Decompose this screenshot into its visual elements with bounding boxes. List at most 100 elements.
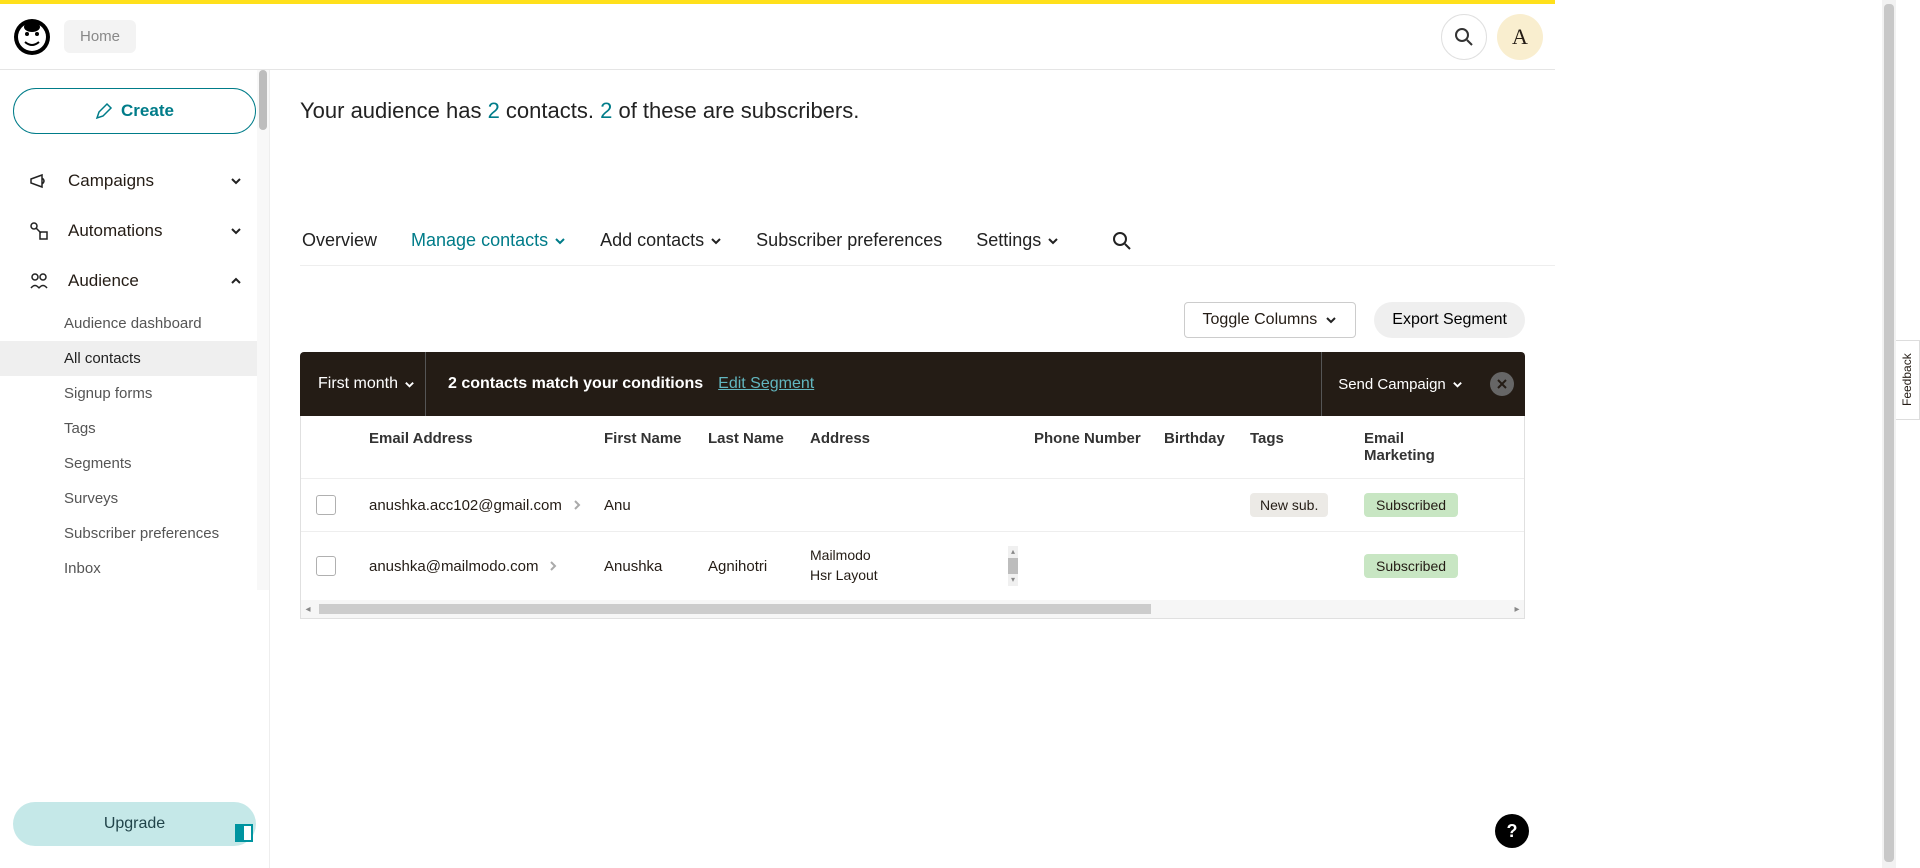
segment-match-text: 2 contacts match your conditions — [448, 375, 703, 393]
col-header-phone[interactable]: Phone Number — [1026, 416, 1156, 478]
chevron-down-icon — [229, 224, 243, 238]
cell-birthday — [1156, 552, 1242, 580]
feedback-tab[interactable]: Feedback — [1894, 340, 1920, 420]
cell-tags: New sub. — [1242, 483, 1356, 528]
row-checkbox[interactable] — [316, 556, 336, 576]
send-campaign-button[interactable]: Send Campaign — [1321, 352, 1479, 416]
chevron-right-icon — [572, 500, 582, 510]
subnav-segments[interactable]: Segments — [64, 446, 269, 481]
close-segment-button[interactable] — [1490, 372, 1514, 396]
nav-campaigns[interactable]: Campaigns — [0, 156, 269, 206]
subnav-inbox[interactable]: Inbox — [64, 551, 269, 586]
stats-text: of these are subscribers. — [612, 98, 859, 123]
search-icon — [1111, 230, 1133, 252]
tab-add-contacts[interactable]: Add contacts — [598, 224, 724, 257]
subnav-signup-forms[interactable]: Signup forms — [64, 376, 269, 411]
edit-segment-link[interactable]: Edit Segment — [718, 375, 814, 393]
sidebar: Create Campaigns Automations Audience Au… — [0, 70, 270, 868]
address-scrollbar[interactable]: ▴▾ — [1008, 546, 1018, 586]
nav-audience[interactable]: Audience — [0, 256, 269, 306]
stats-text: Your audience has — [300, 98, 488, 123]
window-vertical-scrollbar[interactable] — [1882, 0, 1896, 868]
nav-audience-label: Audience — [68, 271, 139, 291]
cell-first-name: Anu — [596, 483, 700, 528]
nav-automations[interactable]: Automations — [0, 206, 269, 256]
table-header-row: Email Address First Name Last Name Addre… — [301, 416, 1524, 478]
main-content: Your audience has 2 contacts. 2 of these… — [270, 70, 1555, 868]
search-button[interactable] — [1441, 14, 1487, 60]
create-button[interactable]: Create — [13, 88, 256, 134]
home-link[interactable]: Home — [64, 20, 136, 53]
audience-stats: Your audience has 2 contacts. 2 of these… — [300, 98, 1555, 124]
tag-pill: New sub. — [1250, 493, 1328, 517]
segment-bar: First month 2 contacts match your condit… — [300, 352, 1525, 416]
table-horizontal-scrollbar[interactable]: ◂▸ — [301, 600, 1524, 618]
toggle-columns-label: Toggle Columns — [1203, 311, 1318, 329]
megaphone-icon — [26, 168, 52, 194]
tab-search-button[interactable] — [1111, 230, 1133, 252]
cell-email-marketing: Subscribed — [1356, 540, 1471, 592]
cell-phone — [1026, 552, 1156, 580]
chevron-down-icon — [1325, 314, 1337, 326]
col-header-email-marketing[interactable]: Email Marketing — [1356, 416, 1471, 478]
tab-overview[interactable]: Overview — [300, 224, 379, 257]
upgrade-button[interactable]: Upgrade — [13, 802, 256, 846]
tab-manage-contacts[interactable]: Manage contacts — [409, 224, 568, 257]
cell-address: Mailmodo Hsr Layout ▴▾ — [802, 532, 1026, 600]
tab-settings-label: Settings — [976, 230, 1041, 251]
col-header-birthday[interactable]: Birthday — [1156, 416, 1242, 478]
tab-settings[interactable]: Settings — [974, 224, 1061, 257]
audience-submenu: Audience dashboard All contacts Signup f… — [0, 306, 269, 586]
brand-logo[interactable] — [10, 15, 54, 59]
col-header-first-name[interactable]: First Name — [596, 416, 700, 478]
chevron-down-icon — [229, 174, 243, 188]
cell-email[interactable]: anushka.acc102@gmail.com — [369, 497, 562, 514]
subnav-tags[interactable]: Tags — [64, 411, 269, 446]
col-header-address[interactable]: Address — [802, 416, 1026, 478]
cell-last-name: Agnihotri — [700, 544, 802, 589]
stats-text: contacts. — [500, 98, 600, 123]
tab-subscriber-prefs[interactable]: Subscriber preferences — [754, 224, 944, 257]
row-checkbox[interactable] — [316, 495, 336, 515]
topbar: Home A — [0, 4, 1555, 70]
col-header-last-name[interactable]: Last Name — [700, 416, 802, 478]
table-row: anushka.acc102@gmail.com Anu New sub. Su… — [301, 478, 1524, 531]
automation-icon — [26, 218, 52, 244]
toggle-columns-button[interactable]: Toggle Columns — [1184, 302, 1357, 338]
cell-email[interactable]: anushka@mailmodo.com — [369, 558, 538, 575]
tab-manage-contacts-label: Manage contacts — [411, 230, 548, 251]
subnav-all-contacts[interactable]: All contacts — [0, 341, 269, 376]
cookie-preferences-icon[interactable] — [235, 824, 253, 842]
close-icon — [1497, 379, 1507, 389]
search-icon — [1454, 27, 1474, 47]
chevron-down-icon — [404, 379, 415, 390]
col-header-email[interactable]: Email Address — [351, 416, 596, 478]
audience-icon — [26, 268, 52, 294]
chevron-down-icon — [1452, 379, 1463, 390]
export-segment-button[interactable]: Export Segment — [1374, 302, 1525, 338]
col-header-tags[interactable]: Tags — [1242, 416, 1356, 478]
table-row: anushka@mailmodo.com Anushka Agnihotri M… — [301, 531, 1524, 600]
segment-dropdown[interactable]: First month — [300, 352, 426, 416]
contacts-count: 2 — [488, 98, 500, 123]
segment-dropdown-label: First month — [318, 375, 398, 393]
subnav-audience-dashboard[interactable]: Audience dashboard — [64, 306, 269, 341]
subnav-surveys[interactable]: Surveys — [64, 481, 269, 516]
tabbar: Overview Manage contacts Add contacts Su… — [300, 224, 1555, 266]
status-badge: Subscribed — [1364, 554, 1458, 578]
pencil-icon — [95, 102, 113, 120]
chevron-down-icon — [554, 235, 566, 247]
chevron-down-icon — [1047, 235, 1059, 247]
cell-last-name — [700, 491, 802, 519]
chevron-down-icon — [710, 235, 722, 247]
sidebar-scrollbar[interactable] — [257, 70, 269, 590]
avatar[interactable]: A — [1497, 14, 1543, 60]
cell-email-marketing: Subscribed — [1356, 479, 1471, 531]
cell-tags — [1242, 552, 1356, 580]
subscribers-count: 2 — [600, 98, 612, 123]
close-segment-cell — [1479, 352, 1525, 416]
nav-campaigns-label: Campaigns — [68, 171, 154, 191]
help-button[interactable]: ? — [1495, 814, 1529, 848]
status-badge: Subscribed — [1364, 493, 1458, 517]
subnav-subscriber-preferences[interactable]: Subscriber preferences — [64, 516, 269, 551]
